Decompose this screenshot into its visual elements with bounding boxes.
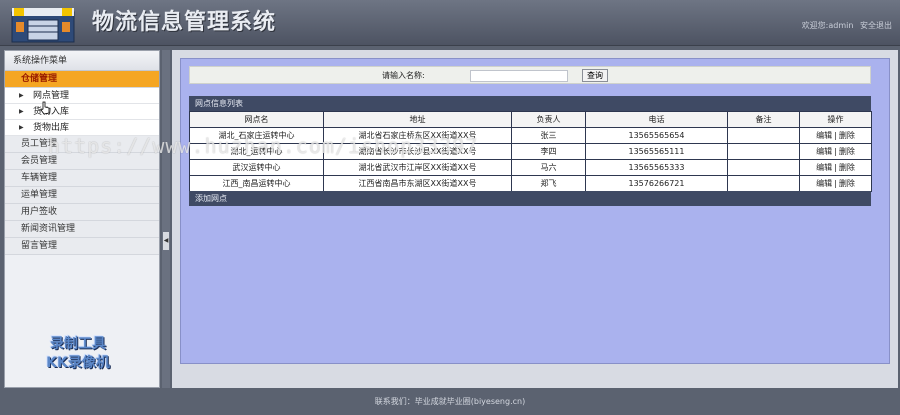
sidebar-heading: 系统操作菜单 — [5, 51, 159, 71]
sidebar-item-staff[interactable]: 员工管理 — [5, 136, 159, 153]
recorder-watermark: 录制工具 KK录像机 — [35, 335, 121, 373]
sidebar-item-messages[interactable]: 留言管理 — [5, 238, 159, 255]
cell-address: 湖北省石家庄桥东区XX街道XX号 — [323, 127, 512, 144]
system-title: 物流信息管理系统 — [92, 10, 277, 35]
cell-manager: 郑飞 — [511, 175, 586, 192]
column-header: 地址 — [323, 111, 512, 128]
sidebar-item-members[interactable]: 会员管理 — [5, 153, 159, 170]
triangle-right-icon: ▶ — [19, 123, 24, 131]
column-header: 电话 — [585, 111, 728, 128]
column-header: 网点名 — [189, 111, 324, 128]
edit-link[interactable]: 编辑 — [816, 179, 832, 188]
cell-phone: 13565565654 — [585, 127, 728, 144]
search-input[interactable] — [470, 70, 568, 82]
edit-link[interactable]: 编辑 — [816, 163, 832, 172]
cell-manager: 李四 — [511, 143, 586, 160]
edit-link[interactable]: 编辑 — [816, 131, 832, 140]
column-header: 负责人 — [511, 111, 586, 128]
cell-manager: 张三 — [511, 127, 586, 144]
sidebar-sub-branch[interactable]: ▶ 网点管理 — [5, 88, 159, 104]
sidebar-menu: 系统操作菜单 仓储管理 ▶ 网点管理 ▶ 货物入库 ▶ 货物出库 员工管理 会员… — [4, 50, 160, 388]
sidebar-item-warehouse[interactable]: 仓储管理 — [5, 71, 159, 88]
cell-address: 湖北省武汉市江岸区XX街道XX号 — [323, 159, 512, 176]
sidebar-sub-outbound[interactable]: ▶ 货物出库 — [5, 120, 159, 136]
delete-link[interactable]: 删除 — [839, 147, 855, 156]
sidebar-sub-label: 网点管理 — [33, 90, 70, 101]
cell-phone: 13565565111 — [585, 143, 728, 160]
separator: | — [834, 147, 837, 156]
branch-table: 网点名 地址 负责人 电话 备注 操作 湖北_石家庄运转中心 湖北省石家庄桥东区… — [189, 111, 872, 192]
page-footer: 联系我们：毕业成就毕业圈(biyeseng.cn) — [0, 392, 900, 415]
list-title: 网点信息列表 — [189, 96, 871, 111]
cell-actions: 编辑 | 删除 — [799, 143, 872, 160]
sidebar-item-signoff[interactable]: 用户签收 — [5, 204, 159, 221]
delete-link[interactable]: 删除 — [839, 131, 855, 140]
search-button[interactable]: 查询 — [582, 69, 608, 82]
cell-remark — [727, 159, 800, 176]
column-header: 备注 — [727, 111, 800, 128]
separator: | — [834, 179, 837, 188]
table-row: 湖北_石家庄运转中心 湖北省石家庄桥东区XX街道XX号 张三 135655656… — [189, 127, 872, 144]
cell-address: 江西省南昌市东湖区XX街道XX号 — [323, 175, 512, 192]
table-row: 江西_南昌运转中心 江西省南昌市东湖区XX街道XX号 郑飞 1357626672… — [189, 175, 872, 192]
delete-link[interactable]: 删除 — [839, 163, 855, 172]
cell-remark — [727, 143, 800, 160]
cell-phone: 13576266721 — [585, 175, 728, 192]
cell-actions: 编辑 | 删除 — [799, 159, 872, 176]
table-row: 武汉运转中心 湖北省武汉市江岸区XX街道XX号 马六 13565565333 编… — [189, 159, 872, 176]
collapse-arrow-icon[interactable]: ◀ — [163, 232, 169, 250]
cell-name: 湖北_石家庄运转中心 — [189, 127, 324, 144]
content-panel: 请输入名称: 查询 网点信息列表 网点名 地址 负责人 电话 备注 操作 湖北_… — [180, 58, 890, 364]
search-label: 请输入名称: — [382, 71, 425, 80]
cell-remark — [727, 127, 800, 144]
delete-link[interactable]: 删除 — [839, 179, 855, 188]
main-content: 请输入名称: 查询 网点信息列表 网点名 地址 负责人 电话 备注 操作 湖北_… — [172, 50, 898, 388]
user-info: 欢迎您:admin 安全退出 — [798, 20, 892, 31]
cell-manager: 马六 — [511, 159, 586, 176]
triangle-right-icon: ▶ — [19, 107, 24, 115]
warehouse-logo-icon — [11, 8, 75, 43]
cell-name: 江西_南昌运转中心 — [189, 175, 324, 192]
sidebar-item-waybills[interactable]: 运单管理 — [5, 187, 159, 204]
triangle-right-icon: ▶ — [19, 91, 24, 99]
sidebar-item-vehicles[interactable]: 车辆管理 — [5, 170, 159, 187]
cell-address: 湖南省长沙市长沙县XX街道XX号 — [323, 143, 512, 160]
sidebar-splitter[interactable] — [162, 50, 170, 388]
add-branch-link[interactable]: 添加网点 — [189, 191, 871, 206]
sidebar-item-news[interactable]: 新闻资讯管理 — [5, 221, 159, 238]
cell-actions: 编辑 | 删除 — [799, 175, 872, 192]
logout-link[interactable]: 安全退出 — [860, 21, 892, 30]
column-header: 操作 — [799, 111, 872, 128]
watermark-line: KK录像机 — [46, 355, 110, 371]
table-header-row: 网点名 地址 负责人 电话 备注 操作 — [189, 111, 872, 128]
table-row: 湖北_运转中心 湖南省长沙市长沙县XX街道XX号 李四 13565565111 … — [189, 143, 872, 160]
cell-remark — [727, 175, 800, 192]
cell-name: 湖北_运转中心 — [189, 143, 324, 160]
separator: | — [834, 163, 837, 172]
top-header: 物流信息管理系统 欢迎您:admin 安全退出 — [0, 0, 900, 46]
cell-actions: 编辑 | 删除 — [799, 127, 872, 144]
cell-phone: 13565565333 — [585, 159, 728, 176]
separator: | — [834, 131, 837, 140]
watermark-line: 录制工具 — [50, 336, 106, 352]
search-bar: 请输入名称: 查询 — [189, 66, 871, 84]
edit-link[interactable]: 编辑 — [816, 147, 832, 156]
cell-name: 武汉运转中心 — [189, 159, 324, 176]
sidebar-sub-inbound[interactable]: ▶ 货物入库 — [5, 104, 159, 120]
hand-cursor-icon — [40, 101, 50, 115]
sidebar-sub-label: 货物出库 — [33, 122, 70, 133]
sidebar-sub-label: 货物入库 — [33, 106, 70, 117]
welcome-text: 欢迎您:admin — [801, 21, 854, 30]
